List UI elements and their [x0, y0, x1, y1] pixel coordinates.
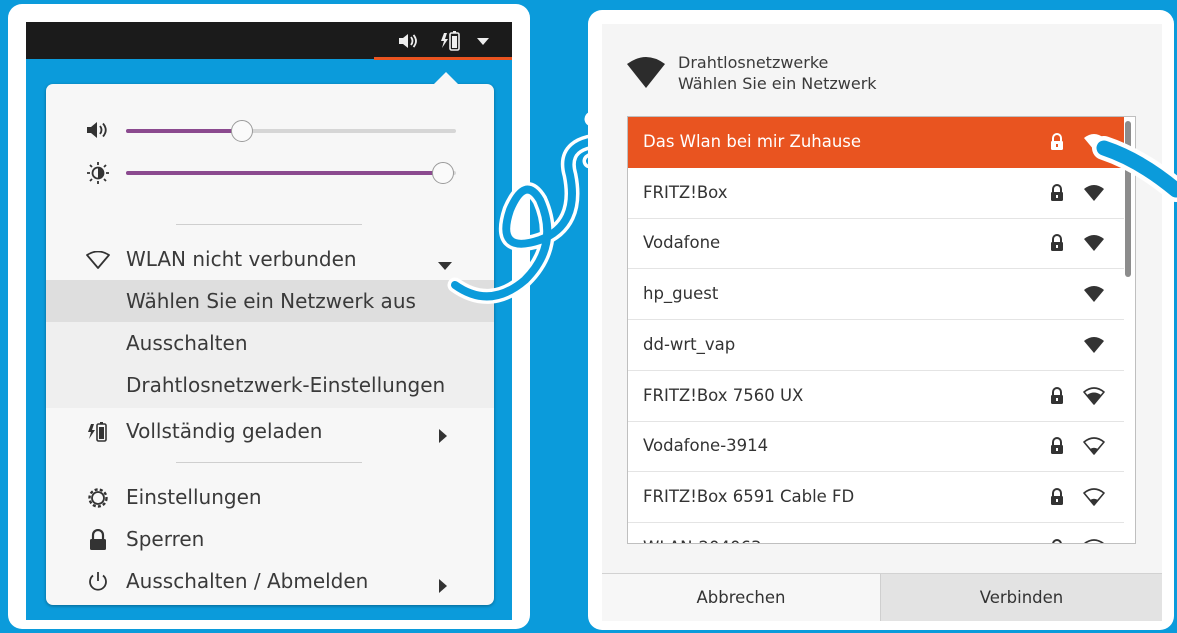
dropdown-arrow-icon[interactable]: [472, 31, 494, 51]
wifi-settings-item[interactable]: Drahtlosnetzwerk-Einstellungen: [46, 364, 494, 406]
lock-icon: [1049, 487, 1065, 506]
dialog-title: Drahtlosnetzwerke: [678, 53, 829, 72]
wlan-submenu: Wählen Sie ein Netzwerk aus Ausschalten …: [46, 280, 494, 408]
brightness-icon: [86, 162, 110, 184]
chevron-right-icon: [438, 574, 448, 598]
wifi-signal-strong-icon: [1083, 336, 1105, 354]
battery-menu-item[interactable]: Vollständig geladen: [46, 410, 494, 452]
wifi-signal-strong-icon: [1083, 285, 1105, 303]
network-name: FRITZ!Box 6591 Cable FD: [643, 486, 855, 506]
network-row[interactable]: FRITZ!Box: [628, 168, 1124, 219]
select-network-label: Wählen Sie ein Netzwerk aus: [126, 289, 416, 313]
brightness-slider-fill: [126, 171, 443, 175]
cancel-button[interactable]: Abbrechen: [602, 574, 880, 621]
network-row[interactable]: Vodafone-3914: [628, 421, 1124, 473]
volume-icon: [86, 120, 110, 140]
wifi-outline-icon: [86, 249, 110, 271]
divider: [176, 224, 362, 225]
network-name: Das Wlan bei mir Zuhause: [643, 132, 862, 151]
lock-icon: [86, 529, 110, 551]
volume-slider-fill: [126, 129, 242, 133]
network-row[interactable]: WLAN-204063: [628, 523, 1124, 543]
network-row[interactable]: Vodafone: [628, 218, 1124, 270]
wifi-signal-weak-icon: [1083, 538, 1105, 543]
connect-button[interactable]: Verbinden: [880, 574, 1162, 621]
popup-pointer: [434, 72, 458, 84]
select-network-item[interactable]: Wählen Sie ein Netzwerk aus: [46, 280, 494, 322]
wifi-off-item[interactable]: Ausschalten: [46, 322, 494, 364]
network-name: dd-wrt_vap: [643, 334, 736, 354]
power-icon: [86, 571, 110, 593]
wifi-signal-good-icon: [1083, 386, 1105, 405]
dialog-subtitle: Wählen Sie ein Netzwerk: [678, 74, 877, 93]
lock-label: Sperren: [126, 527, 205, 551]
network-row[interactable]: FRITZ!Box 7560 UX: [628, 371, 1124, 422]
battery-status-label: Vollständig geladen: [126, 419, 323, 443]
gear-icon: [86, 487, 110, 509]
wifi-icon: [626, 55, 666, 89]
network-name: FRITZ!Box 7560 UX: [643, 385, 804, 405]
network-name: WLAN-204063: [643, 538, 761, 543]
brightness-row: [86, 158, 466, 186]
volume-slider[interactable]: [126, 120, 456, 142]
lock-icon: [1049, 538, 1065, 543]
wlan-menu-item[interactable]: WLAN nicht verbunden: [46, 238, 494, 280]
battery-charging-icon[interactable]: [440, 31, 462, 51]
lock-menu-item[interactable]: Sperren: [46, 518, 494, 560]
wifi-settings-label: Drahtlosnetzwerk-Einstellungen: [126, 373, 446, 397]
wifi-signal-weak-icon: [1083, 437, 1105, 455]
settings-menu-item[interactable]: Einstellungen: [46, 476, 494, 518]
wlan-status-label: WLAN nicht verbunden: [126, 247, 357, 271]
network-name: Vodafone: [643, 233, 721, 253]
lock-icon: [1049, 234, 1065, 252]
chevron-right-icon: [438, 424, 448, 448]
pointer-arrow-icon: [1092, 136, 1177, 202]
top-panel: [26, 22, 512, 59]
lock-icon: [1049, 183, 1065, 202]
network-name: FRITZ!Box: [643, 182, 728, 202]
power-menu-item[interactable]: Ausschalten / Abmelden: [46, 560, 494, 602]
network-row-selected[interactable]: Das Wlan bei mir Zuhause: [628, 117, 1124, 168]
network-name: Vodafone-3914: [643, 436, 769, 456]
dialog-button-bar: Abbrechen Verbinden: [602, 573, 1162, 621]
wifi-off-label: Ausschalten: [126, 331, 248, 355]
dialog-heading: Drahtlosnetzwerke Wählen Sie ein Netzwer…: [678, 52, 877, 94]
network-row[interactable]: dd-wrt_vap: [628, 320, 1124, 371]
lock-icon: [1049, 437, 1065, 455]
brightness-slider[interactable]: [126, 162, 456, 184]
volume-row: [86, 116, 466, 144]
network-name: hp_guest: [643, 284, 719, 304]
wifi-dialog: Drahtlosnetzwerke Wählen Sie ein Netzwer…: [602, 24, 1162, 621]
lock-icon: [1049, 133, 1065, 151]
speaker-icon[interactable]: [398, 31, 420, 51]
network-list[interactable]: WLAN-204063 FRITZ!Box 6591 Cable FD Vodafo…: [627, 116, 1136, 544]
system-menu-popup: WLAN nicht verbunden Wählen Sie ein Netz…: [46, 72, 494, 605]
divider: [176, 462, 362, 463]
battery-charging-icon: [86, 421, 110, 443]
volume-slider-knob[interactable]: [230, 120, 253, 142]
network-row[interactable]: FRITZ!Box 6591 Cable FD: [628, 472, 1124, 523]
wifi-signal-weak-icon: [1083, 488, 1105, 506]
active-indicator: [374, 57, 512, 60]
power-label: Ausschalten / Abmelden: [126, 569, 369, 593]
network-row[interactable]: hp_guest: [628, 269, 1124, 321]
lock-icon: [1049, 386, 1065, 405]
wifi-signal-strong-icon: [1083, 234, 1105, 252]
settings-label: Einstellungen: [126, 485, 262, 509]
